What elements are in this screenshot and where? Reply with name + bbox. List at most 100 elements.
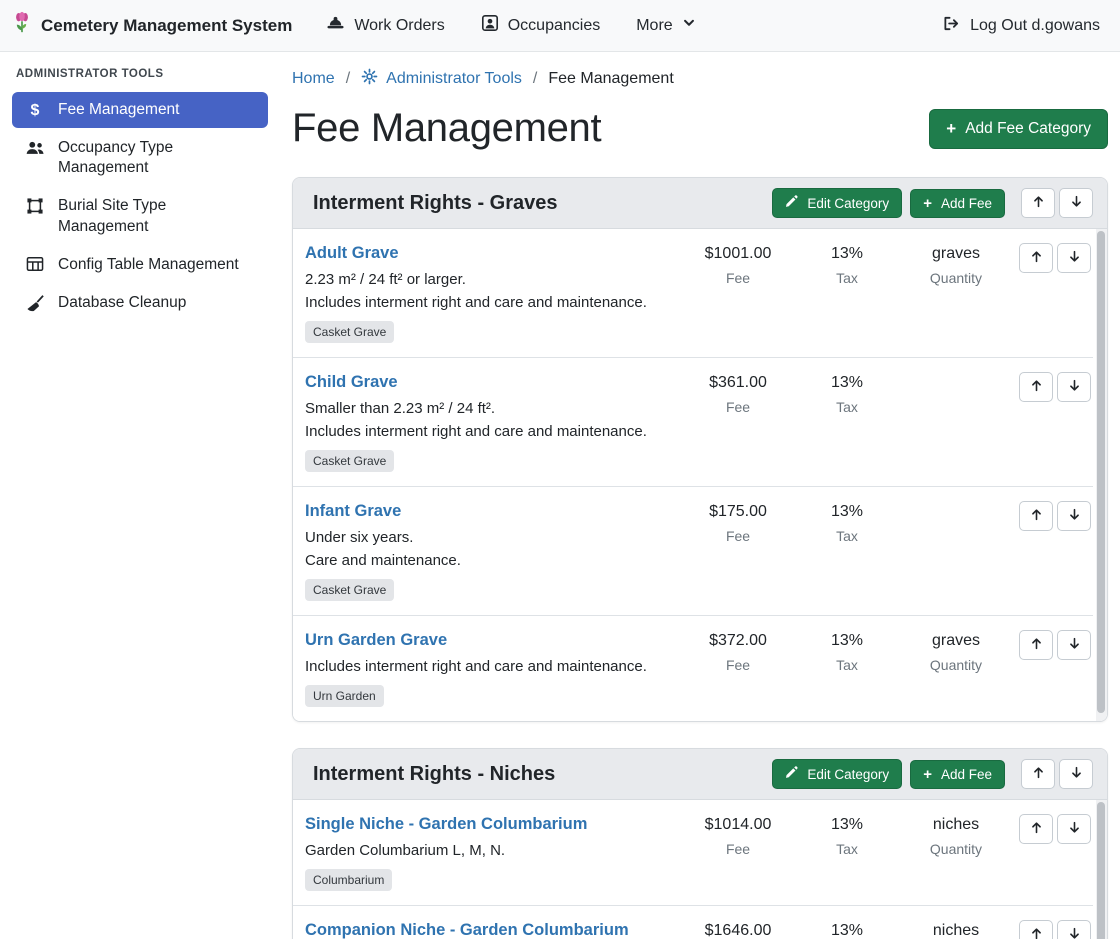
- card-scrollbar-track[interactable]: [1096, 800, 1107, 939]
- fee-row: Urn Garden GraveIncludes interment right…: [293, 615, 1093, 721]
- move-category-down-button[interactable]: [1059, 188, 1093, 218]
- category-title: Interment Rights - Niches: [313, 763, 764, 786]
- move-category-down-button[interactable]: [1059, 759, 1093, 789]
- card-scrollbar-thumb[interactable]: [1097, 231, 1105, 713]
- move-fee-up-button[interactable]: [1019, 501, 1053, 531]
- fee-name-link[interactable]: Companion Niche - Garden Columbarium: [305, 921, 629, 939]
- fee-amount: $1014.00: [683, 816, 793, 834]
- fee-name-wrap: Child Grave: [305, 371, 679, 394]
- move-fee-down-button[interactable]: [1057, 814, 1091, 844]
- nav-work-orders[interactable]: Work Orders: [326, 15, 444, 37]
- fee-amount: $1646.00: [683, 922, 793, 939]
- arrow-up-icon: [1031, 765, 1046, 783]
- fee-name-wrap: Infant Grave: [305, 500, 679, 523]
- fee-name-link[interactable]: Child Grave: [305, 373, 398, 392]
- fee-type-badge: Casket Grave: [305, 321, 394, 343]
- quantity-unit: niches: [901, 922, 1011, 939]
- sidebar-item-label: Occupancy Type Management: [58, 138, 256, 178]
- fee-description: Care and maintenance.: [305, 552, 679, 569]
- move-fee-down-button[interactable]: [1057, 501, 1091, 531]
- sidebar-item-database-cleanup[interactable]: Database Cleanup: [12, 285, 268, 321]
- fee-badge-wrap: Casket Grave: [305, 569, 679, 601]
- tax-rate: 13%: [797, 922, 897, 939]
- plus-icon: +: [923, 767, 932, 782]
- fee-category-card: Interment Rights - Niches Edit Category + A…: [292, 748, 1108, 939]
- logout-button[interactable]: Log Out d.gowans: [942, 15, 1100, 37]
- sidebar-item-occupancy-type[interactable]: Occupancy Type Management: [12, 130, 268, 186]
- fee-amount-label: Fee: [683, 399, 793, 415]
- fee-row: Child Grave Smaller than 2.23 m² / 24 ft²…: [293, 357, 1093, 486]
- fee-name-link[interactable]: Adult Grave: [305, 244, 399, 263]
- fee-name-link[interactable]: Urn Garden Grave: [305, 631, 447, 650]
- fee-name-link[interactable]: Single Niche - Garden Columbarium: [305, 815, 587, 834]
- fee-description: 2.23 m² / 24 ft² or larger.: [305, 271, 679, 288]
- breadcrumb-admin-tools-link[interactable]: Administrator Tools: [361, 68, 522, 90]
- fee-info: Single Niche - Garden ColumbariumGarden …: [305, 813, 679, 891]
- fee-badge-wrap: Casket Grave: [305, 440, 679, 472]
- fee-amount-col: $175.00Fee: [683, 500, 793, 544]
- move-fee-up-button[interactable]: [1019, 920, 1053, 939]
- sidebar-item-burial-site-type[interactable]: Burial Site Type Management: [12, 188, 268, 244]
- fee-badge-wrap: Columbarium: [305, 859, 679, 891]
- move-fee-up-button[interactable]: [1019, 243, 1053, 273]
- arrow-up-icon: [1029, 378, 1044, 396]
- fee-description: Smaller than 2.23 m² / 24 ft².: [305, 400, 679, 417]
- add-fee-label: Add Fee: [941, 196, 992, 211]
- fee-row: Adult Grave2.23 m² / 24 ft² or larger.In…: [293, 229, 1093, 357]
- add-fee-button[interactable]: + Add Fee: [910, 760, 1005, 789]
- fee-name-link[interactable]: Infant Grave: [305, 502, 401, 521]
- move-fee-up-button[interactable]: [1019, 372, 1053, 402]
- quantity-unit-col: nichesQuantity: [901, 813, 1011, 857]
- category-header: Interment Rights - GravesEdit Category+A…: [293, 178, 1107, 229]
- fee-row: Single Niche - Garden ColumbariumGarden …: [293, 800, 1093, 905]
- move-fee-up-button[interactable]: [1019, 814, 1053, 844]
- nav-more[interactable]: More: [636, 16, 695, 35]
- category-body: Adult Grave 2.23 m² / 24 ft² or larger. In…: [293, 229, 1107, 721]
- app-brand[interactable]: Cemetery Management System: [12, 10, 292, 41]
- edit-category-button[interactable]: Edit Category: [772, 759, 902, 789]
- quantity-unit: graves: [901, 245, 1011, 263]
- tax-rate-col: 13%Tax: [797, 629, 897, 673]
- logout-label: Log Out d.gowans: [970, 17, 1100, 35]
- add-fee-category-label: Add Fee Category: [965, 120, 1091, 138]
- arrow-up-icon: [1031, 194, 1046, 212]
- move-category-up-button[interactable]: [1021, 759, 1055, 789]
- nav-occupancies[interactable]: Occupancies: [481, 14, 601, 37]
- add-fee-label: Add Fee: [941, 767, 992, 782]
- nav-work-orders-label: Work Orders: [354, 17, 444, 35]
- add-fee-category-button[interactable]: + Add Fee Category: [929, 109, 1108, 149]
- category-body: Single Niche - Garden ColumbariumGarden …: [293, 800, 1107, 939]
- quantity-unit-col: gravesQuantity: [901, 629, 1011, 673]
- tax-rate-label: Tax: [797, 841, 897, 857]
- fee-type-badge: Casket Grave: [305, 450, 394, 472]
- title-row: Fee Management + Add Fee Category: [292, 106, 1108, 151]
- move-fee-down-button[interactable]: [1057, 920, 1091, 939]
- arrow-down-icon: [1067, 378, 1082, 396]
- move-fee-down-button[interactable]: [1057, 372, 1091, 402]
- move-fee-up-button[interactable]: [1019, 630, 1053, 660]
- move-fee-down-button[interactable]: [1057, 243, 1091, 273]
- card-scrollbar-track[interactable]: [1096, 229, 1107, 721]
- fee-info: Infant Grave Under six years. Care and mai…: [305, 500, 679, 601]
- card-scrollbar-thumb[interactable]: [1097, 802, 1105, 939]
- breadcrumb: Home / Administrator Tools / Fee Managem…: [292, 68, 1108, 90]
- fee-description: Under six years.: [305, 529, 679, 546]
- fee-move-buttons: [1015, 813, 1091, 844]
- tax-rate-col: 13%Tax: [797, 371, 897, 415]
- fee-info: Child Grave Smaller than 2.23 m² / 24 ft²…: [305, 371, 679, 472]
- quantity-unit-label: Quantity: [901, 841, 1011, 857]
- sidebar-item-config-table[interactable]: Config Table Management: [12, 247, 268, 283]
- sidebar-item-fee-management[interactable]: $ Fee Management: [12, 92, 268, 128]
- add-fee-button[interactable]: +Add Fee: [910, 189, 1005, 218]
- move-category-up-button[interactable]: [1021, 188, 1055, 218]
- breadcrumb-home-link[interactable]: Home: [292, 70, 335, 88]
- fee-amount: $361.00: [683, 374, 793, 392]
- breadcrumb-separator: /: [346, 70, 350, 88]
- quantity-empty: [901, 500, 1011, 503]
- fee-category-card: Interment Rights - GravesEdit Category+A…: [292, 177, 1108, 722]
- arrow-down-icon: [1067, 507, 1082, 525]
- fee-name-wrap: Companion Niche - Garden Columbarium: [305, 919, 679, 939]
- edit-category-button[interactable]: Edit Category: [772, 188, 902, 218]
- sidebar-item-label: Fee Management: [58, 100, 180, 120]
- move-fee-down-button[interactable]: [1057, 630, 1091, 660]
